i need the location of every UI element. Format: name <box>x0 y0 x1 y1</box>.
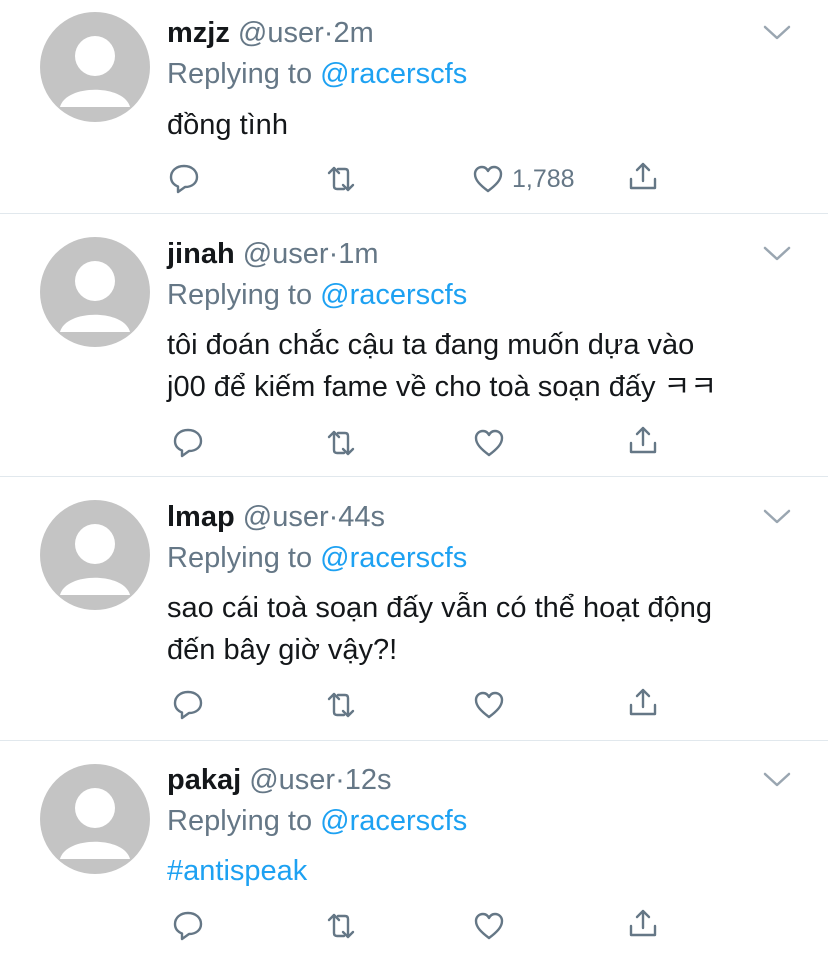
user-handle: @user <box>242 501 329 533</box>
replying-to: Replying to @racerscfs <box>167 58 467 91</box>
default-avatar-icon[interactable] <box>40 764 150 874</box>
heart-icon[interactable] <box>472 163 504 195</box>
default-avatar-icon[interactable] <box>40 12 150 122</box>
retweet-icon[interactable] <box>325 910 357 942</box>
user-name[interactable]: jinah <box>167 238 235 270</box>
replying-to: Replying to @racerscfs <box>167 542 467 575</box>
retweet-icon[interactable] <box>325 427 357 459</box>
heart-icon[interactable] <box>473 910 505 942</box>
mention-link[interactable]: @racerscfs <box>320 279 467 311</box>
timestamp: 2m <box>333 17 374 49</box>
reply-icon[interactable] <box>168 162 200 194</box>
like-count: 1,788 <box>512 165 575 193</box>
tweet-header: pakaj @user·12s <box>167 764 392 797</box>
share-icon[interactable] <box>627 907 659 939</box>
default-avatar-icon[interactable] <box>40 237 150 347</box>
chevron-down-icon[interactable] <box>762 243 792 263</box>
reply-icon[interactable] <box>172 909 204 941</box>
timestamp: 1m <box>338 238 379 270</box>
separator-dot: · <box>323 17 334 49</box>
replying-to-label: Replying to <box>167 542 313 574</box>
tweet-header: mzjz @user·2m <box>167 17 374 50</box>
mention-link[interactable]: @racerscfs <box>320 805 467 837</box>
user-name[interactable]: mzjz <box>167 17 230 49</box>
tweet-card[interactable]: lmap @user·44s Replying to @racerscfs sa… <box>0 477 828 740</box>
separator-dot: · <box>328 501 339 533</box>
user-name[interactable]: pakaj <box>167 764 241 796</box>
reply-icon[interactable] <box>172 426 204 458</box>
user-name[interactable]: lmap <box>167 501 235 533</box>
user-handle: @user <box>242 238 329 270</box>
tweet-header: lmap @user·44s <box>167 501 385 534</box>
heart-icon[interactable] <box>473 427 505 459</box>
tweet-text-line: j00 để kiếm fame về cho toà soạn đấy ㅋㅋ <box>167 371 717 403</box>
user-handle: @user <box>237 17 324 49</box>
hashtag-link[interactable]: #antispeak <box>167 851 307 891</box>
replying-to: Replying to @racerscfs <box>167 279 467 312</box>
mention-link[interactable]: @racerscfs <box>320 542 467 574</box>
default-avatar-icon[interactable] <box>40 500 150 610</box>
tweet-header: jinah @user·1m <box>167 238 379 271</box>
tweet-text-line: sao cái toà soạn đấy vẫn có thể hoạt độn… <box>167 592 712 624</box>
tweet-card[interactable]: jinah @user·1m Replying to @racerscfs tô… <box>0 214 828 476</box>
tweet-text-line: đến bây giờ vậy?! <box>167 634 398 666</box>
chevron-down-icon[interactable] <box>762 22 792 42</box>
separator-dot: · <box>335 764 345 796</box>
user-handle: @user <box>249 764 336 796</box>
replying-to-label: Replying to <box>167 279 313 311</box>
tweet-text-line: đồng tình <box>167 109 288 141</box>
reply-icon[interactable] <box>172 688 204 720</box>
retweet-icon[interactable] <box>325 689 357 721</box>
replying-to-label: Replying to <box>167 58 313 90</box>
retweet-icon[interactable] <box>325 163 357 195</box>
timestamp: 44s <box>338 501 386 533</box>
chevron-down-icon[interactable] <box>762 769 792 789</box>
timestamp: 12s <box>344 764 392 796</box>
chevron-down-icon[interactable] <box>762 506 792 526</box>
replying-to: Replying to @racerscfs <box>167 805 467 838</box>
separator-dot: · <box>328 238 339 270</box>
share-icon[interactable] <box>627 424 659 456</box>
heart-icon[interactable] <box>473 689 505 721</box>
share-icon[interactable] <box>627 160 659 192</box>
replying-to-label: Replying to <box>167 805 313 837</box>
tweet-text-line: tôi đoán chắc cậu ta đang muốn dựa vào <box>167 329 695 361</box>
share-icon[interactable] <box>627 686 659 718</box>
tweet-card[interactable]: mzjz @user·2m Replying to @racerscfs đồn… <box>0 0 828 213</box>
tweet-card[interactable]: pakaj @user·12s Replying to @racerscfs #… <box>0 741 828 960</box>
mention-link[interactable]: @racerscfs <box>320 58 467 90</box>
